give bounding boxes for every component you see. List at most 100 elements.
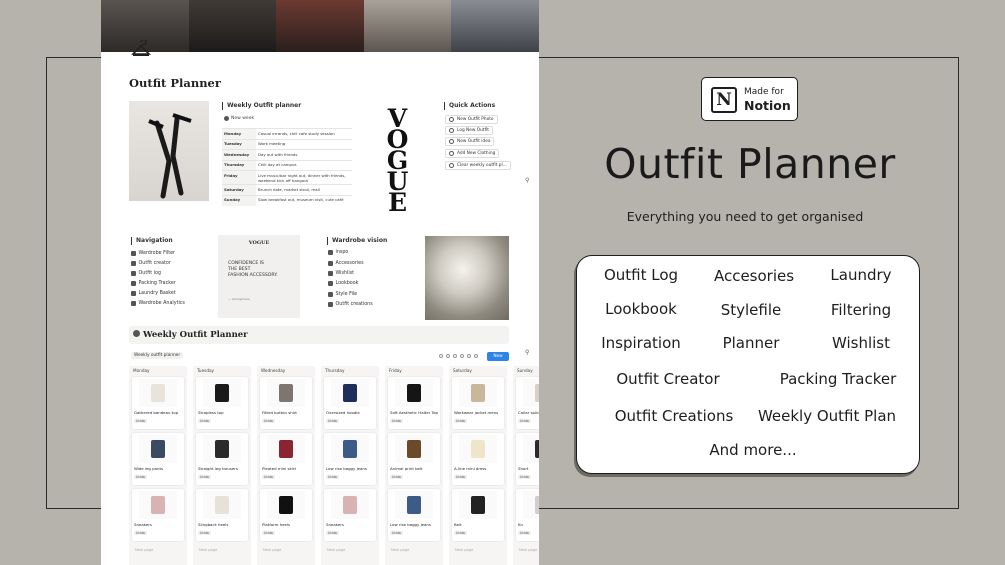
vision-item[interactable]: Accessories (328, 261, 364, 266)
new-button[interactable]: New (487, 352, 509, 361)
quick-action-button[interactable]: New Outfit idea (445, 137, 495, 146)
new-page-button[interactable]: New page (519, 548, 537, 552)
table-row[interactable]: Sunday Slow breakfast out, museum visit, … (222, 194, 352, 206)
nav-item[interactable]: Laundry Basket (131, 291, 176, 296)
outfit-card[interactable]: A-line mini dress Undo (452, 433, 504, 485)
page-icon (131, 301, 136, 306)
outfit-card[interactable]: Sneakers Undo (324, 489, 376, 541)
board-column: Saturday Workwear jacket mens Undo A-line m… (449, 366, 507, 565)
column-header: Sunday (517, 368, 533, 373)
garment-swatch (343, 440, 357, 458)
outfit-card[interactable]: Sneakers Undo (132, 489, 184, 541)
sort-icon[interactable] (446, 354, 450, 358)
plan-cell: Casual errands, chill cafe study session (256, 128, 352, 139)
table-row[interactable]: Wednesday Day out with friends (222, 149, 352, 160)
nav-item-label: Outfit creator (138, 261, 171, 266)
garment-swatch (279, 496, 293, 514)
outfit-card[interactable]: Pleated mini skirt Undo (260, 433, 312, 485)
garment-swatch (151, 440, 165, 458)
outfit-card[interactable]: Fitted button shirt Undo (260, 377, 312, 429)
garment-swatch (471, 496, 485, 514)
garment-thumbnail (203, 491, 241, 519)
outfit-card[interactable]: Collar splice Undo (516, 377, 539, 429)
quick-action-button[interactable]: Add New Clothing (445, 149, 500, 158)
nav-item[interactable]: Packing Tracker (131, 281, 176, 286)
board-column: Monday Gathered bandeau top Undo Wide leg p… (129, 366, 187, 565)
vision-item[interactable]: Lookbook (328, 281, 358, 286)
garment-swatch (279, 384, 293, 402)
vision-item[interactable]: Style File (328, 292, 357, 297)
board-column: Friday Soft Aesthetic Halter Top Undo Anima… (385, 366, 443, 565)
outfit-card[interactable]: Platform heels Undo (260, 489, 312, 541)
vision-item[interactable]: Wishlist (328, 271, 354, 276)
day-cell: Wednesday (222, 149, 256, 160)
garment-thumbnail (331, 379, 369, 407)
nav-item[interactable]: Outfit log (131, 271, 161, 276)
weekly-planner-heading: Weekly Outfit planner (222, 102, 301, 110)
board-view-tab[interactable]: Weekly outfit planner (131, 352, 184, 359)
table-row[interactable]: Monday Casual errands, chill cafe study s… (222, 128, 352, 139)
new-page-button[interactable]: New page (455, 548, 473, 552)
new-page-button[interactable]: New page (199, 548, 217, 552)
outfit-card[interactable]: Gathered bandeau top Undo (132, 377, 184, 429)
outfit-card[interactable]: Oversized hoodie Undo (324, 377, 376, 429)
outfit-card[interactable]: Low rise baggy jeans Undo (388, 489, 440, 541)
outfit-card[interactable]: Workwear jacket mens Undo (452, 377, 504, 429)
quick-action-button[interactable]: Clear weekly outfit pl... (445, 161, 511, 170)
card-title: Slingback heels (198, 522, 229, 527)
outfit-card[interactable]: Short Undo (516, 433, 539, 485)
nav-item[interactable]: Wardrobe Filter (131, 251, 175, 256)
more-icon[interactable] (474, 354, 478, 358)
vision-item[interactable]: inspo (328, 250, 348, 255)
feature-item: Laundry (830, 266, 892, 284)
outfit-card[interactable]: Soft Aesthetic Halter Top Undo (388, 377, 440, 429)
new-page-button[interactable]: New page (391, 548, 409, 552)
outfit-card[interactable]: Wide leg pants Undo (132, 433, 184, 485)
garment-thumbnail (523, 379, 539, 407)
garment-swatch (535, 384, 539, 402)
outfit-card[interactable]: Low rise baggy jeans Undo (324, 433, 376, 485)
new-page-button[interactable]: New page (263, 548, 281, 552)
garment-swatch (151, 496, 165, 514)
wardrobe-vision-heading: Wardrobe vision (327, 237, 387, 245)
new-page-button[interactable]: New page (135, 548, 153, 552)
quick-action-button[interactable]: Log New Outfit (445, 126, 493, 135)
outfit-card[interactable]: Slingback heels Undo (196, 489, 248, 541)
nav-item[interactable]: Wardrobe Analytics (131, 301, 185, 306)
notion-logo-icon: N (711, 87, 737, 113)
new-week-button[interactable]: New week (224, 116, 254, 121)
filter-icon[interactable]: ⚲ (525, 177, 531, 184)
garment-thumbnail (267, 435, 305, 463)
outfit-card[interactable]: Kn Undo (516, 489, 539, 541)
quick-action-button[interactable]: New Outfit Photo (445, 115, 498, 124)
board-column: Thursday Oversized hoodie Undo Low rise bag… (321, 366, 379, 565)
quote-text: CONFIDENCE IS THE BEST FASHION ACCESSORY… (228, 261, 278, 279)
lightning-icon[interactable] (453, 354, 457, 358)
table-row[interactable]: Thursday Chill day at campus (222, 159, 352, 171)
outfit-card[interactable]: Animal print belt Undo (388, 433, 440, 485)
expand-icon[interactable] (467, 354, 471, 358)
hero-subtitle: Everything you need to get organised (626, 209, 864, 224)
table-row[interactable]: Friday Live music/bar night out, dinner w… (222, 169, 352, 185)
column-header: Saturday (453, 368, 472, 373)
card-tag: Undo (262, 419, 275, 423)
outfit-card[interactable]: Belt Undo (452, 489, 504, 541)
garment-swatch (215, 384, 229, 402)
search-icon[interactable] (460, 354, 464, 358)
feature-item: Outfit Log (603, 266, 679, 284)
garment-thumbnail (395, 491, 433, 519)
filter-icon[interactable] (439, 354, 443, 358)
outfit-card[interactable]: Straight leg trousers Undo (196, 433, 248, 485)
outfit-card[interactable]: Strapless top Undo (196, 377, 248, 429)
nav-item[interactable]: Outfit creator (131, 261, 171, 266)
hero-title: Outfit Planner (604, 140, 896, 188)
vision-item[interactable]: Outfit creations (328, 302, 373, 307)
table-row[interactable]: Tuesday Work meeting (222, 138, 352, 150)
feature-item: Accesories (713, 267, 795, 285)
garment-thumbnail (523, 491, 539, 519)
hanger-icon (131, 40, 151, 56)
quick-action-label: Add New Clothing (457, 151, 496, 156)
filter-icon[interactable]: ⚲ (525, 349, 529, 356)
new-page-button[interactable]: New page (327, 548, 345, 552)
table-row[interactable]: Saturday Brunch date, market stroll, mall (222, 184, 352, 196)
